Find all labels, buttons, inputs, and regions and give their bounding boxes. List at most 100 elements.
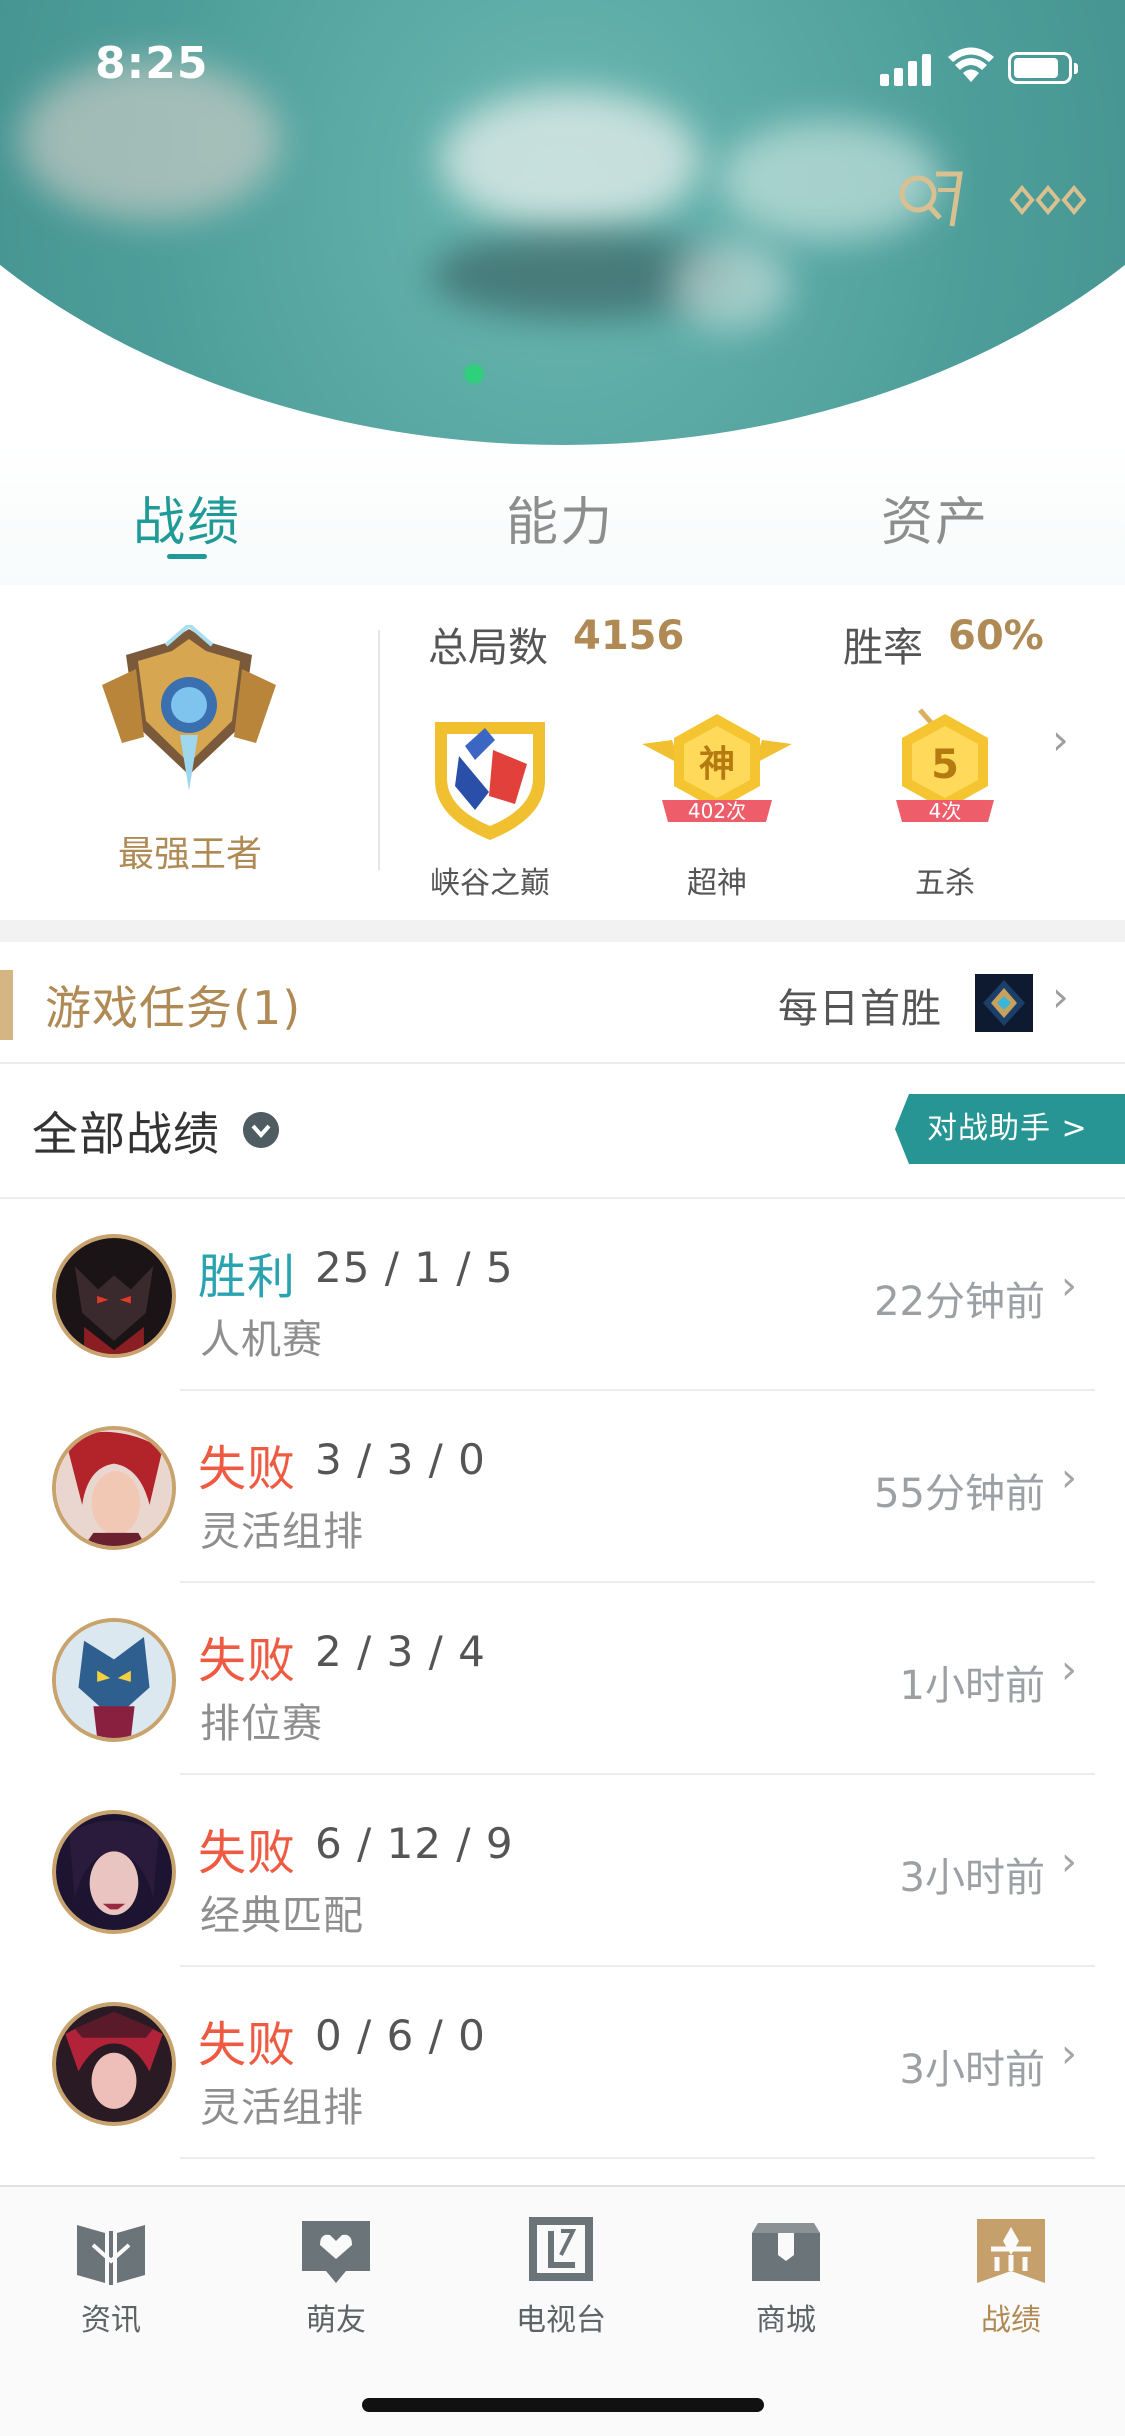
nav-shop-label: 商城 (756, 2303, 816, 2338)
svg-text:4次: 4次 (929, 799, 962, 823)
summary-divider (378, 630, 380, 870)
chevron-right-icon: › (1061, 1647, 1077, 1693)
svg-text:5: 5 (931, 742, 959, 788)
champion-avatar (52, 1426, 176, 1550)
tab-assets[interactable]: 资产 (835, 480, 1035, 555)
match-row[interactable]: 胜利 25 / 1 / 5 人机赛 22分钟前 › (0, 1199, 1125, 1391)
match-mode: 灵活组排 (200, 2085, 364, 2131)
tab-assets-label: 资产 (880, 493, 989, 553)
match-kda: 6 / 12 / 9 (315, 1819, 514, 1868)
match-row[interactable]: 失败 2 / 3 / 4 排位赛 1小时前 › (0, 1583, 1125, 1775)
status-bar: 8:25 (0, 0, 1125, 135)
chevron-right-icon: › (1061, 1263, 1077, 1309)
match-time: 3小时前 (899, 2047, 1045, 2093)
match-kda: 25 / 1 / 5 (315, 1243, 514, 1292)
task-chevron-icon: › (1052, 972, 1069, 1021)
badge-godlike-label: 超神 (687, 866, 747, 901)
match-time: 3小时前 (899, 1855, 1045, 1901)
daily-first-win-label: 每日首胜 (778, 986, 942, 1032)
match-list: 胜利 25 / 1 / 5 人机赛 22分钟前 › 失败 3 / 3 / 0 灵… (0, 1199, 1125, 2189)
match-result: 失败 (198, 1633, 297, 1689)
friends-heart-icon (302, 2221, 370, 2283)
task-title: 游戏任务(1) (45, 981, 302, 1035)
tab-ability[interactable]: 能力 (460, 480, 660, 555)
tab-ability-label: 能力 (505, 493, 614, 553)
match-kda: 0 / 6 / 0 (315, 2011, 486, 2060)
nav-friends[interactable]: 萌友 (276, 2211, 396, 2339)
match-mode: 排位赛 (200, 1701, 323, 1747)
win-rate-value: 60% (948, 613, 1044, 659)
tv-icon (529, 2217, 593, 2281)
profile-header: 8:25 战绩 能力 资产 (0, 0, 1125, 585)
nav-tv[interactable]: 电视台 (501, 2211, 621, 2339)
home-indicator[interactable] (362, 2398, 764, 2412)
champion-avatar (52, 1618, 176, 1742)
rank-emblem-icon[interactable] (96, 625, 282, 795)
svg-text:402次: 402次 (688, 799, 746, 823)
tab-active-indicator (167, 554, 207, 559)
match-mode: 人机赛 (200, 1317, 323, 1363)
match-result: 失败 (198, 2017, 297, 2073)
match-kda: 2 / 3 / 4 (315, 1627, 486, 1676)
badges-chevron-icon[interactable]: › (1052, 715, 1069, 764)
champion-avatar (52, 1234, 176, 1358)
badge-godlike[interactable]: 神 402次 超神 (632, 700, 802, 901)
champion-avatar (52, 2002, 176, 2126)
match-time: 1小时前 (899, 1663, 1045, 1709)
match-result: 失败 (198, 1441, 297, 1497)
records-header: 全部战绩 对战助手 > (0, 1064, 1125, 1199)
chevron-right-icon: › (1061, 1455, 1077, 1501)
record-shield-icon (977, 2219, 1045, 2283)
rank-name: 最强王者 (117, 834, 262, 875)
nav-records-label: 战绩 (981, 2303, 1041, 2338)
peak-shield-icon (435, 722, 545, 840)
records-filter-title[interactable]: 全部战绩 (32, 1098, 220, 1164)
chevron-right-icon: › (1061, 2031, 1077, 2077)
shop-box-icon (752, 2223, 820, 2281)
match-result: 失败 (198, 1825, 297, 1881)
match-result: 胜利 (198, 1249, 297, 1305)
match-time: 55分钟前 (874, 1471, 1045, 1517)
task-accent-bar (0, 970, 13, 1040)
champion-avatar (52, 1810, 176, 1934)
win-rate-label: 胜率 (843, 625, 923, 671)
qr-code-icon[interactable] (892, 168, 964, 232)
news-book-icon (77, 2225, 145, 2285)
chevron-down-icon[interactable] (243, 1112, 279, 1148)
nav-news[interactable]: 资讯 (51, 2211, 171, 2339)
match-mode: 经典匹配 (200, 1893, 364, 1939)
game-task-row[interactable]: 游戏任务(1) 每日首胜 › (0, 942, 1125, 1064)
total-games-label: 总局数 (428, 625, 548, 671)
match-time: 22分钟前 (874, 1279, 1045, 1325)
svg-text:神: 神 (699, 744, 735, 785)
match-kda: 3 / 3 / 0 (315, 1435, 486, 1484)
chevron-right-icon: › (1061, 1839, 1077, 1885)
badge-pentakill-label: 五杀 (915, 866, 975, 901)
battle-assistant-button[interactable]: 对战助手 > (895, 1094, 1125, 1164)
status-time: 8:25 (95, 38, 209, 89)
pentakill-badge-icon: 5 4次 (896, 708, 994, 823)
tab-records[interactable]: 战绩 (87, 480, 287, 559)
match-row[interactable]: 失败 6 / 12 / 9 经典匹配 3小时前 › (0, 1775, 1125, 1967)
nav-shop[interactable]: 商城 (726, 2211, 846, 2339)
nav-tv-label: 电视台 (516, 2303, 606, 2338)
wifi-icon (948, 47, 994, 82)
battery-icon (1008, 52, 1078, 84)
match-row[interactable]: 失败 0 / 6 / 0 灵活组排 3小时前 › (0, 1967, 1125, 2159)
badge-pentakill[interactable]: 5 4次 五杀 (860, 700, 1030, 901)
summary-card: 最强王者 总局数 4156 胜率 60% 峡谷之巅 神 402次 超神 5 4次… (0, 585, 1125, 920)
online-status-dot (465, 365, 483, 383)
match-mode: 灵活组排 (200, 1509, 364, 1555)
total-games-value: 4156 (573, 613, 685, 659)
daily-win-icon (975, 974, 1033, 1032)
nav-records[interactable]: 战绩 (951, 2211, 1071, 2339)
cellular-signal-icon (880, 52, 932, 86)
badge-peak-label: 峡谷之巅 (430, 866, 550, 901)
more-dots-icon[interactable] (1010, 182, 1086, 218)
nav-news-label: 资讯 (81, 2303, 141, 2338)
nav-friends-label: 萌友 (306, 2303, 366, 2338)
match-row[interactable]: 失败 3 / 3 / 0 灵活组排 55分钟前 › (0, 1391, 1125, 1583)
row-divider (180, 2157, 1095, 2159)
badge-peak[interactable]: 峡谷之巅 (405, 700, 575, 901)
top-tabs: 战绩 能力 资产 (0, 480, 1125, 580)
